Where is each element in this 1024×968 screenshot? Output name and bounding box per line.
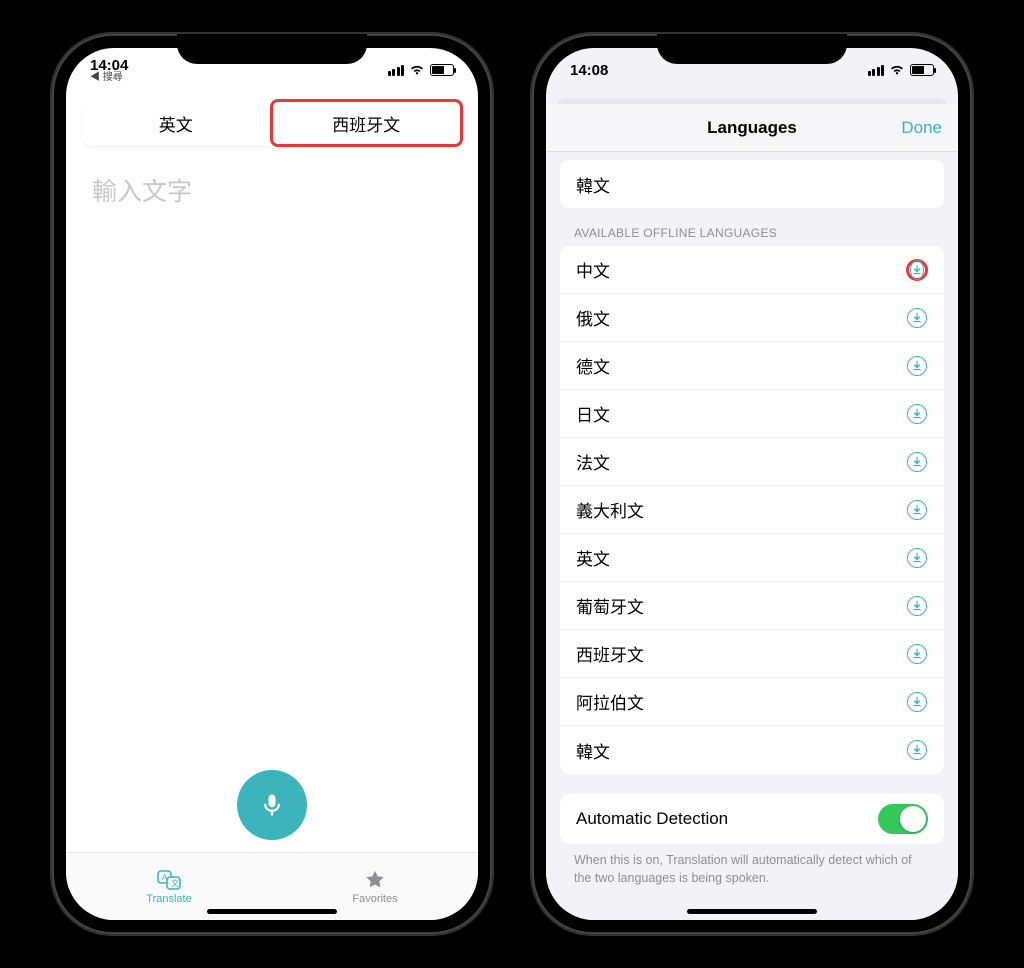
language-label: 中文: [576, 257, 610, 282]
battery-icon: [430, 64, 454, 76]
translate-icon: A 文: [156, 869, 182, 891]
signal-icon: [388, 65, 405, 76]
notch: [177, 34, 367, 64]
microphone-icon: [258, 791, 286, 819]
svg-text:文: 文: [171, 878, 179, 888]
selected-language-group: 韓文: [560, 160, 944, 208]
download-icon: [907, 308, 927, 328]
download-icon: [907, 404, 927, 424]
language-row[interactable]: 德文: [560, 342, 944, 390]
star-icon: [364, 869, 386, 891]
phone-left: 14:04 ◀ 搜尋 英文 西班牙文 輸入文字: [52, 34, 492, 934]
microphone-button[interactable]: [237, 770, 307, 840]
tab-translate-label: Translate: [146, 893, 191, 905]
download-icon: [907, 548, 927, 568]
language-row[interactable]: 日文: [560, 390, 944, 438]
status-indicators: [388, 64, 455, 76]
download-button[interactable]: [906, 451, 928, 473]
download-button[interactable]: [906, 595, 928, 617]
auto-detect-footer: When this is on, Translation will automa…: [546, 844, 958, 907]
language-row[interactable]: 中文: [560, 246, 944, 294]
offline-section-header: AVAILABLE OFFLINE LANGUAGES: [546, 208, 958, 246]
language-label: 西班牙文: [576, 641, 644, 666]
language-label: 德文: [576, 353, 610, 378]
home-indicator[interactable]: [207, 909, 337, 914]
screen-translate: 14:04 ◀ 搜尋 英文 西班牙文 輸入文字: [66, 48, 478, 920]
source-language-button[interactable]: 英文: [82, 100, 270, 146]
input-placeholder: 輸入文字: [92, 178, 192, 206]
download-icon: [910, 260, 924, 280]
download-icon: [907, 452, 927, 472]
language-pair-toggle: 英文 西班牙文: [82, 100, 462, 146]
language-label: 英文: [576, 545, 610, 570]
status-indicators: [868, 64, 935, 76]
target-language-button[interactable]: 西班牙文: [270, 99, 464, 147]
download-icon: [907, 596, 927, 616]
language-label: 韓文: [576, 738, 610, 763]
download-icon: [907, 740, 927, 760]
language-row[interactable]: 阿拉伯文: [560, 678, 944, 726]
sheet-title: Languages: [707, 118, 797, 138]
language-row[interactable]: 韓文: [560, 726, 944, 774]
language-label: 法文: [576, 449, 610, 474]
signal-icon: [868, 65, 885, 76]
language-label: 義大利文: [576, 497, 644, 522]
tab-favorites-label: Favorites: [352, 893, 397, 905]
wifi-icon: [889, 64, 905, 76]
download-icon: [907, 692, 927, 712]
translate-input[interactable]: 輸入文字: [66, 146, 478, 750]
download-icon: [907, 644, 927, 664]
download-button[interactable]: [906, 547, 928, 569]
status-time: 14:08: [570, 63, 608, 78]
download-button[interactable]: [906, 259, 928, 281]
sheet-header: Languages Done: [546, 104, 958, 152]
language-row[interactable]: 英文: [560, 534, 944, 582]
wifi-icon: [409, 64, 425, 76]
language-label: 韓文: [576, 172, 610, 197]
language-row[interactable]: 義大利文: [560, 486, 944, 534]
download-button[interactable]: [906, 307, 928, 329]
download-button[interactable]: [906, 499, 928, 521]
language-label: 俄文: [576, 305, 610, 330]
notch: [657, 34, 847, 64]
done-button[interactable]: Done: [901, 118, 942, 138]
language-label: 葡萄牙文: [576, 593, 644, 618]
phone-right: 14:08 Languages Done 韓文 AVAILABLE OFFLIN…: [532, 34, 972, 934]
language-row[interactable]: 法文: [560, 438, 944, 486]
download-button[interactable]: [906, 355, 928, 377]
svg-text:A: A: [162, 873, 168, 882]
download-button[interactable]: [906, 691, 928, 713]
auto-detect-switch[interactable]: [878, 804, 928, 834]
home-indicator[interactable]: [687, 909, 817, 914]
download-button[interactable]: [906, 403, 928, 425]
battery-icon: [910, 64, 934, 76]
language-row[interactable]: 韓文: [560, 160, 944, 208]
language-row[interactable]: 西班牙文: [560, 630, 944, 678]
screen-languages: 14:08 Languages Done 韓文 AVAILABLE OFFLIN…: [546, 48, 958, 920]
download-button[interactable]: [906, 739, 928, 761]
language-label: 日文: [576, 401, 610, 426]
language-label: 阿拉伯文: [576, 689, 644, 714]
sheet-body[interactable]: 韓文 AVAILABLE OFFLINE LANGUAGES 中文俄文德文日文法…: [546, 152, 958, 920]
automatic-detection-row: Automatic Detection: [560, 794, 944, 844]
language-row[interactable]: 俄文: [560, 294, 944, 342]
download-icon: [907, 356, 927, 376]
language-row[interactable]: 葡萄牙文: [560, 582, 944, 630]
status-time: 14:04: [90, 58, 128, 73]
download-icon: [907, 500, 927, 520]
download-button[interactable]: [906, 643, 928, 665]
auto-detect-label: Automatic Detection: [576, 809, 728, 829]
offline-languages-group: 中文俄文德文日文法文義大利文英文葡萄牙文西班牙文阿拉伯文韓文: [560, 246, 944, 774]
status-back-to-search[interactable]: ◀ 搜尋: [90, 73, 128, 83]
